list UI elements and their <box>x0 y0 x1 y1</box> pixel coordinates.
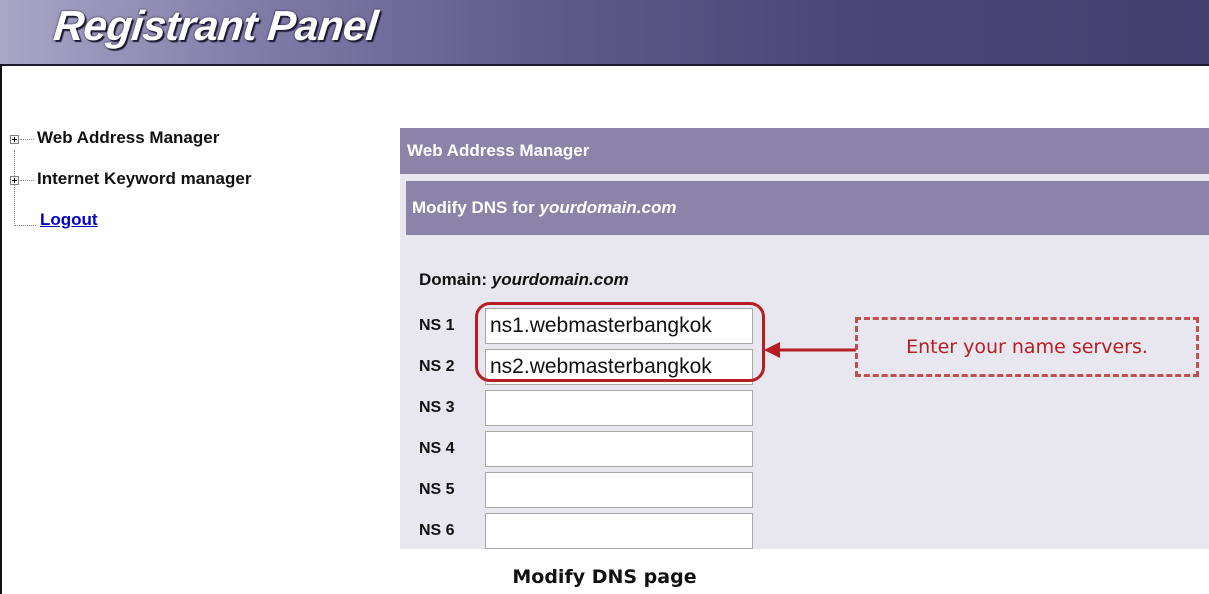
tree-branch <box>14 225 36 226</box>
logout-link[interactable]: Logout <box>40 210 98 230</box>
section-title-bar: Web Address Manager <box>400 128 1209 174</box>
ns-row-3: NS 3 <box>419 390 753 426</box>
ns6-input[interactable] <box>485 513 753 549</box>
highlight-box <box>475 302 765 382</box>
ns4-label: NS 4 <box>419 440 455 457</box>
tree-item-web-address-manager[interactable]: Web Address Manager <box>10 128 219 148</box>
tree-item-logout[interactable]: Logout <box>36 210 98 230</box>
ns5-input[interactable] <box>485 472 753 508</box>
left-frame-border <box>0 64 2 594</box>
modify-dns-header: Modify DNS for yourdomain.com <box>406 181 1209 235</box>
ns-row-4: NS 4 <box>419 431 753 467</box>
ns3-input[interactable] <box>485 390 753 426</box>
arrow-left-icon <box>764 342 856 358</box>
expand-plus-icon[interactable] <box>10 175 19 185</box>
modify-dns-prefix: Modify DNS for <box>412 198 540 217</box>
modify-dns-domain: yourdomain.com <box>539 198 677 217</box>
domain-value: yourdomain.com <box>491 270 629 289</box>
expand-plus-icon[interactable] <box>10 134 19 144</box>
callout-text: Enter your name servers. <box>906 336 1148 358</box>
tree-branch <box>20 138 34 140</box>
callout-box: Enter your name servers. <box>855 317 1199 377</box>
ns6-label: NS 6 <box>419 522 455 539</box>
ns3-label: NS 3 <box>419 399 455 416</box>
domain-label: Domain: <box>419 270 492 289</box>
app-header: Registrant Panel <box>0 0 1209 64</box>
tree-item-label[interactable]: Web Address Manager <box>37 128 219 148</box>
tree-branch <box>20 179 34 181</box>
ns5-label: NS 5 <box>419 481 455 498</box>
ns-row-5: NS 5 <box>419 472 753 508</box>
domain-line: Domain: yourdomain.com <box>419 270 629 290</box>
ns-row-6: NS 6 <box>419 513 753 549</box>
tree-item-internet-keyword-manager[interactable]: Internet Keyword manager <box>10 169 251 189</box>
app-title: Registrant Panel <box>51 2 380 49</box>
figure-caption: Modify DNS page <box>512 566 697 588</box>
header-rule <box>0 64 1209 66</box>
tree-item-label[interactable]: Internet Keyword manager <box>37 169 251 189</box>
ns4-input[interactable] <box>485 431 753 467</box>
